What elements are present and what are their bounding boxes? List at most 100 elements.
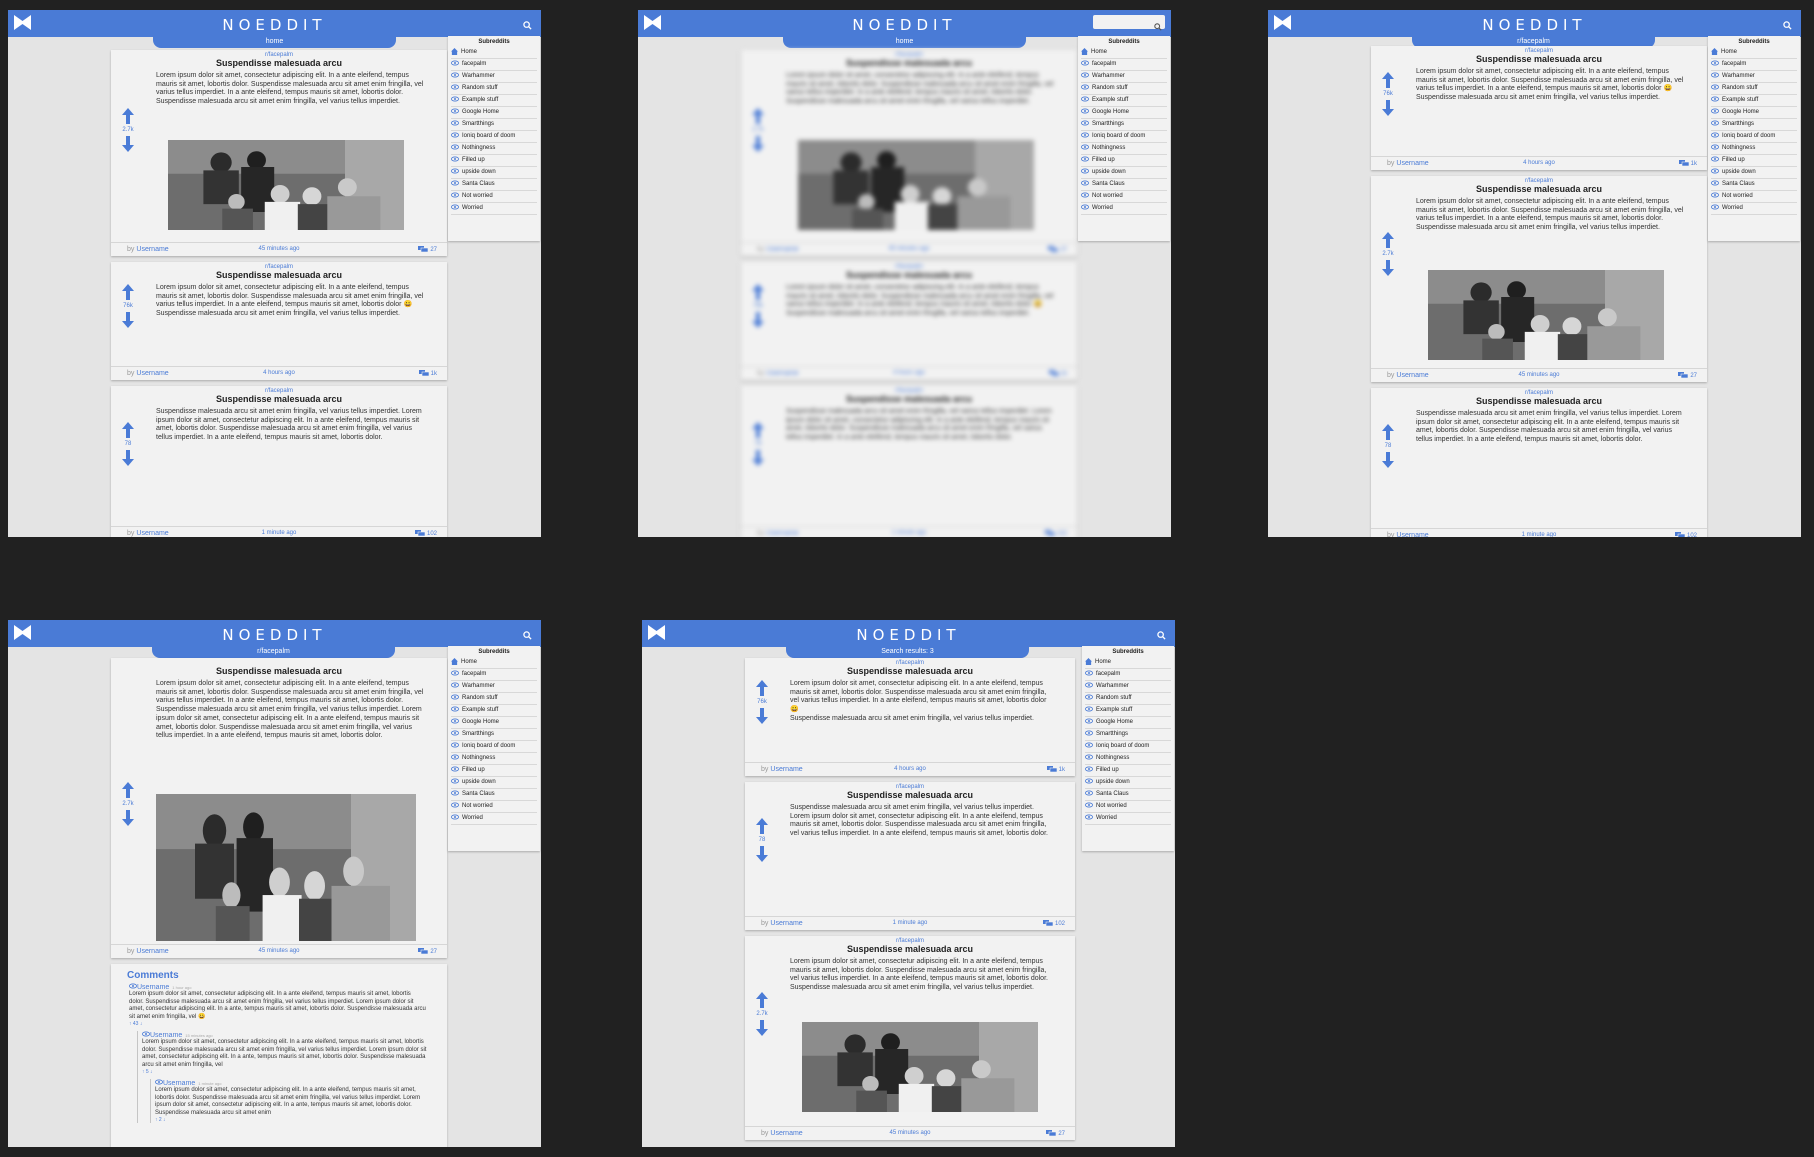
- sidebar-item[interactable]: Smartthings: [1711, 119, 1797, 131]
- arrow-down-icon[interactable]: [756, 846, 768, 862]
- comment-user[interactable]: Username: [137, 984, 169, 991]
- arrow-up-icon[interactable]: [752, 108, 764, 124]
- arrow-down-icon[interactable]: [756, 1020, 768, 1036]
- comment-count[interactable]: 102: [1042, 920, 1065, 927]
- arrow-up-icon[interactable]: [752, 422, 764, 438]
- sidebar-item[interactable]: upside down: [451, 167, 537, 179]
- post-title[interactable]: Suspendisse malesuada arcu: [745, 944, 1075, 954]
- arrow-down-icon[interactable]: [122, 312, 134, 328]
- arrow-up-icon[interactable]: [756, 992, 768, 1008]
- sidebar-item[interactable]: Warhammer: [1711, 71, 1797, 83]
- sidebar-item[interactable]: facepalm: [1085, 669, 1171, 681]
- post-title[interactable]: Suspendisse malesuada arcu: [111, 394, 447, 404]
- arrow-up-icon[interactable]: [1382, 72, 1394, 88]
- comment-count[interactable]: 1k: [1046, 766, 1065, 773]
- sidebar-item[interactable]: Worried: [451, 203, 537, 215]
- comment-count[interactable]: 27: [418, 246, 437, 253]
- sidebar-item[interactable]: facepalm: [451, 59, 537, 71]
- sidebar-item[interactable]: Nothingness: [451, 753, 537, 765]
- sidebar-item[interactable]: Ioniq board of doom: [1085, 741, 1171, 753]
- sidebar-item[interactable]: Random stuff: [1711, 83, 1797, 95]
- post-title[interactable]: Suspendisse malesuada arcu: [1371, 54, 1707, 64]
- sidebar-item[interactable]: Worried: [451, 813, 537, 825]
- comment-user[interactable]: Username: [163, 1080, 195, 1087]
- sidebar-item[interactable]: Filled up: [451, 765, 537, 777]
- post-card[interactable]: r/facepalm Suspendisse malesuada arcu Lo…: [741, 50, 1077, 256]
- sidebar-item[interactable]: Google Home: [1711, 107, 1797, 119]
- sidebar-item[interactable]: Worried: [1081, 203, 1167, 215]
- sidebar-item[interactable]: Smartthings: [451, 729, 537, 741]
- post-title[interactable]: Suspendisse malesuada arcu: [745, 790, 1075, 800]
- comment-count[interactable]: 1k: [418, 370, 437, 377]
- arrow-up-icon[interactable]: [1382, 424, 1394, 440]
- post-card[interactable]: r/facepalm Suspendisse malesuada arcu Lo…: [745, 936, 1075, 1140]
- sidebar-item[interactable]: Home: [451, 47, 537, 59]
- post-image[interactable]: [802, 1022, 1038, 1112]
- sidebar-item[interactable]: Worried: [1085, 813, 1171, 825]
- sidebar-item[interactable]: Smartthings: [1081, 119, 1167, 131]
- sidebar-item[interactable]: Random stuff: [451, 83, 537, 95]
- sidebar-item[interactable]: Example stuff: [451, 95, 537, 107]
- comment-votes[interactable]: ↑ 2 ↓: [155, 1117, 447, 1123]
- sidebar-item[interactable]: upside down: [1081, 167, 1167, 179]
- arrow-up-icon[interactable]: [756, 818, 768, 834]
- post-title[interactable]: Suspendisse malesuada arcu: [745, 666, 1075, 676]
- sidebar-item[interactable]: Example stuff: [1711, 95, 1797, 107]
- arrow-up-icon[interactable]: [756, 680, 768, 696]
- search-icon[interactable]: [1783, 17, 1794, 30]
- sidebar-item[interactable]: facepalm: [451, 669, 537, 681]
- arrow-up-icon[interactable]: [122, 284, 134, 300]
- post-title[interactable]: Suspendisse malesuada arcu: [111, 270, 447, 280]
- arrow-up-icon[interactable]: [122, 422, 134, 438]
- sidebar-item[interactable]: Not worried: [451, 801, 537, 813]
- arrow-up-icon[interactable]: [122, 782, 134, 798]
- search-icon[interactable]: [523, 627, 534, 640]
- sidebar-item[interactable]: Santa Claus: [1081, 179, 1167, 191]
- post-image[interactable]: [798, 140, 1034, 230]
- arrow-down-icon[interactable]: [122, 450, 134, 466]
- post-title[interactable]: Suspendisse malesuada arcu: [1371, 396, 1707, 406]
- sidebar-item[interactable]: Random stuff: [451, 693, 537, 705]
- sidebar-item[interactable]: Random stuff: [1081, 83, 1167, 95]
- arrow-down-icon[interactable]: [1382, 100, 1394, 116]
- arrow-down-icon[interactable]: [122, 136, 134, 152]
- arrow-up-icon[interactable]: [122, 108, 134, 124]
- sidebar-item[interactable]: Nothingness: [1085, 753, 1171, 765]
- post-card[interactable]: r/facepalm Suspendisse malesuada arcu Su…: [741, 386, 1077, 537]
- sidebar-item[interactable]: Santa Claus: [1711, 179, 1797, 191]
- search-input[interactable]: [1093, 15, 1165, 31]
- sidebar-item[interactable]: Filled up: [1711, 155, 1797, 167]
- sidebar-item[interactable]: upside down: [1711, 167, 1797, 179]
- sidebar-item[interactable]: Random stuff: [1085, 693, 1171, 705]
- sidebar-item[interactable]: Not worried: [451, 191, 537, 203]
- sidebar-item[interactable]: Example stuff: [451, 705, 537, 717]
- sidebar-item[interactable]: Worried: [1711, 203, 1797, 215]
- post-image[interactable]: [168, 140, 404, 230]
- sidebar-item[interactable]: Home: [451, 657, 537, 669]
- post-card[interactable]: r/facepalm Suspendisse malesuada arcu Su…: [745, 782, 1075, 930]
- sidebar-item[interactable]: Not worried: [1081, 191, 1167, 203]
- sidebar-item[interactable]: Warhammer: [451, 71, 537, 83]
- sidebar-item[interactable]: upside down: [1085, 777, 1171, 789]
- post-card[interactable]: r/facepalm Suspendisse malesuada arcu Lo…: [741, 262, 1077, 380]
- arrow-down-icon[interactable]: [752, 312, 764, 328]
- comment-count[interactable]: 1k: [1048, 370, 1067, 377]
- sidebar-item[interactable]: Santa Claus: [451, 179, 537, 191]
- sidebar-item[interactable]: Example stuff: [1085, 705, 1171, 717]
- post-title[interactable]: Suspendisse malesuada arcu: [111, 666, 447, 676]
- arrow-down-icon[interactable]: [752, 450, 764, 466]
- sidebar-item[interactable]: Google Home: [451, 107, 537, 119]
- sidebar-item[interactable]: Ioniq board of doom: [1711, 131, 1797, 143]
- post-title[interactable]: Suspendisse malesuada arcu: [111, 58, 447, 68]
- sidebar-item[interactable]: Home: [1085, 657, 1171, 669]
- sidebar-item[interactable]: Smartthings: [451, 119, 537, 131]
- sidebar-item[interactable]: Home: [1081, 47, 1167, 59]
- post-title[interactable]: Suspendisse malesuada arcu: [741, 58, 1077, 68]
- comment-user[interactable]: Username: [150, 1032, 182, 1039]
- post-card[interactable]: r/facepalm Suspendisse malesuada arcu Lo…: [1371, 176, 1707, 382]
- arrow-down-icon[interactable]: [756, 708, 768, 724]
- post-title[interactable]: Suspendisse malesuada arcu: [741, 394, 1077, 404]
- sidebar-item[interactable]: Nothingness: [1711, 143, 1797, 155]
- search-icon[interactable]: [1157, 627, 1168, 640]
- sidebar-item[interactable]: Google Home: [1081, 107, 1167, 119]
